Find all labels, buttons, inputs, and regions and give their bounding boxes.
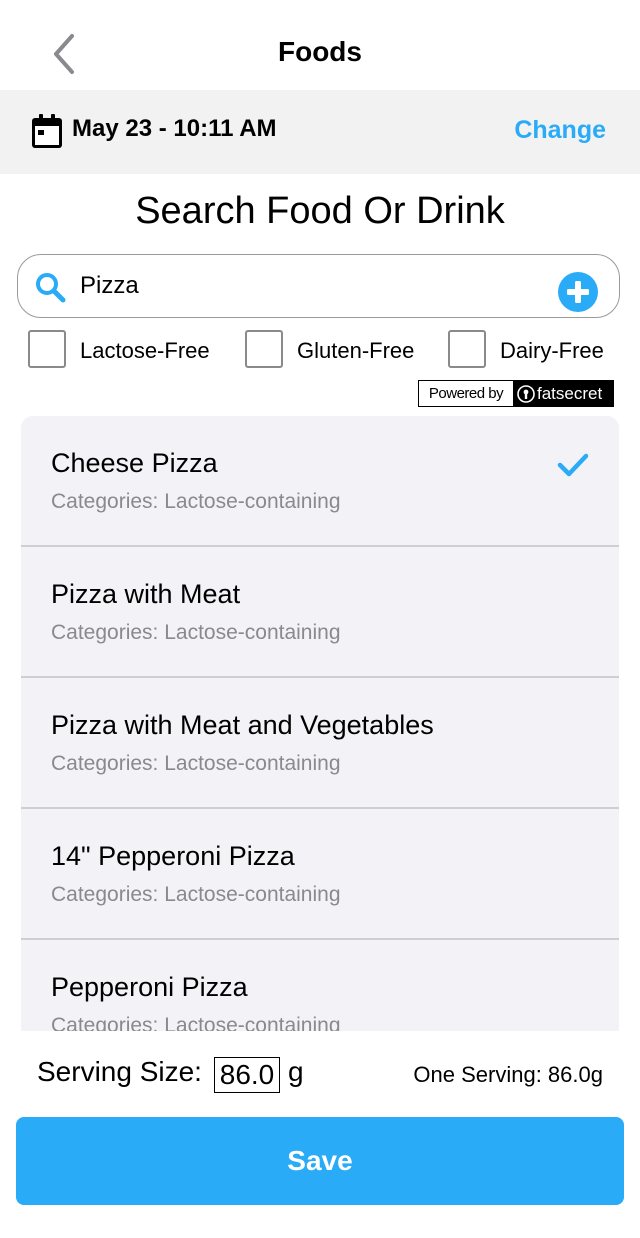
result-name: Pizza with Meat and Vegetables [51, 710, 434, 740]
change-date-button[interactable]: Change [514, 116, 606, 145]
filter-dairy-free[interactable]: Dairy-Free [448, 330, 618, 372]
one-serving-label: One Serving: 86.0g [413, 1062, 603, 1087]
page-title: Foods [278, 36, 362, 67]
filter-lactose-free[interactable]: Lactose-Free [28, 330, 228, 372]
result-categories: Categories: Lactose-containing [51, 621, 341, 644]
fatsecret-logo-icon [517, 384, 535, 403]
search-title: Search Food Or Drink [135, 190, 505, 232]
gluten-free-checkbox[interactable] [245, 330, 283, 368]
result-name: Pizza with Meat [51, 579, 241, 609]
checkmark-icon [557, 453, 589, 477]
serving-size-label: Serving Size: [37, 1056, 202, 1087]
result-name: Pepperoni Pizza [51, 972, 248, 1002]
powered-by-label: Powered by [419, 381, 513, 406]
gluten-free-label: Gluten-Free [297, 338, 415, 363]
calendar-icon [32, 114, 62, 148]
serving-unit-label: g [288, 1056, 304, 1087]
result-item[interactable]: Pepperoni Pizza Categories: Lactose-cont… [21, 940, 619, 1031]
result-categories: Categories: Lactose-containing [51, 883, 341, 906]
nav-header: Foods [0, 0, 640, 90]
powered-by-fatsecret-badge: Powered by fatsecret [418, 380, 614, 407]
result-item[interactable]: Pizza with Meat Categories: Lactose-cont… [21, 547, 619, 678]
result-categories: Categories: Lactose-containing [51, 490, 341, 513]
fatsecret-brand-name: fatsecret [537, 384, 603, 403]
fatsecret-brand: fatsecret [513, 381, 613, 406]
dairy-free-label: Dairy-Free [500, 338, 604, 363]
result-name: Cheese Pizza [51, 448, 218, 478]
lactose-free-label: Lactose-Free [80, 338, 210, 363]
result-item[interactable]: 14" Pepperoni Pizza Categories: Lactose-… [21, 809, 619, 940]
search-icon [36, 273, 66, 303]
search-box [17, 254, 620, 318]
result-name: 14" Pepperoni Pizza [51, 841, 295, 871]
dairy-free-checkbox[interactable] [448, 330, 486, 368]
save-button[interactable]: Save [16, 1117, 624, 1205]
lactose-free-checkbox[interactable] [28, 330, 66, 368]
result-item[interactable]: Pizza with Meat and Vegetables Categorie… [21, 678, 619, 809]
result-categories: Categories: Lactose-containing [51, 752, 341, 775]
result-categories: Categories: Lactose-containing [51, 1014, 341, 1031]
results-list[interactable]: Cheese Pizza Categories: Lactose-contain… [21, 416, 619, 1031]
add-icon[interactable] [558, 272, 598, 312]
result-item[interactable]: Cheese Pizza Categories: Lactose-contain… [21, 416, 619, 547]
filter-gluten-free[interactable]: Gluten-Free [245, 330, 435, 372]
search-input[interactable] [80, 265, 540, 307]
serving-size-input[interactable] [214, 1057, 280, 1093]
date-time-label: May 23 - 10:11 AM [72, 115, 277, 142]
